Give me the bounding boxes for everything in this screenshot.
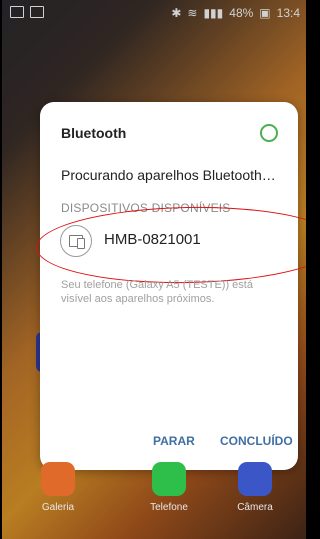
bluetooth-toggle[interactable] <box>260 124 278 142</box>
home-screen: ✱ ≋ ▮▮▮ 48% ▣ 13:4 Bluetooth Procurando … <box>2 0 306 539</box>
app-dock: Galeria Telefone Câmera <box>2 462 306 539</box>
available-devices-header: DISPOSITIVOS DISPONÍVEIS <box>61 201 231 215</box>
phone-icon <box>152 462 186 496</box>
camera-icon <box>238 462 272 496</box>
phone-app[interactable]: Telefone <box>139 462 199 513</box>
scanning-status: Procurando aparelhos Bluetooth… <box>61 167 276 183</box>
device-list-item[interactable]: HMB-0821001 <box>35 204 306 286</box>
visibility-notice: Seu telefone (Galaxy A5 (TESTE)) está vi… <box>61 279 253 305</box>
gallery-app[interactable]: Galeria <box>28 462 88 513</box>
app-label: Galeria <box>41 502 75 513</box>
gallery-icon <box>41 462 75 496</box>
done-button[interactable]: CONCLUÍDO <box>220 434 293 448</box>
app-label: Telefone <box>150 502 188 513</box>
camera-app[interactable]: Câmera <box>225 462 285 513</box>
dialog-title: Bluetooth <box>61 125 127 141</box>
devices-icon <box>60 225 92 257</box>
app-label: Câmera <box>237 502 273 513</box>
stop-button[interactable]: PARAR <box>153 434 195 448</box>
bluetooth-dialog: Bluetooth Procurando aparelhos Bluetooth… <box>35 102 306 470</box>
device-name: HMB-0821001 <box>104 231 201 248</box>
